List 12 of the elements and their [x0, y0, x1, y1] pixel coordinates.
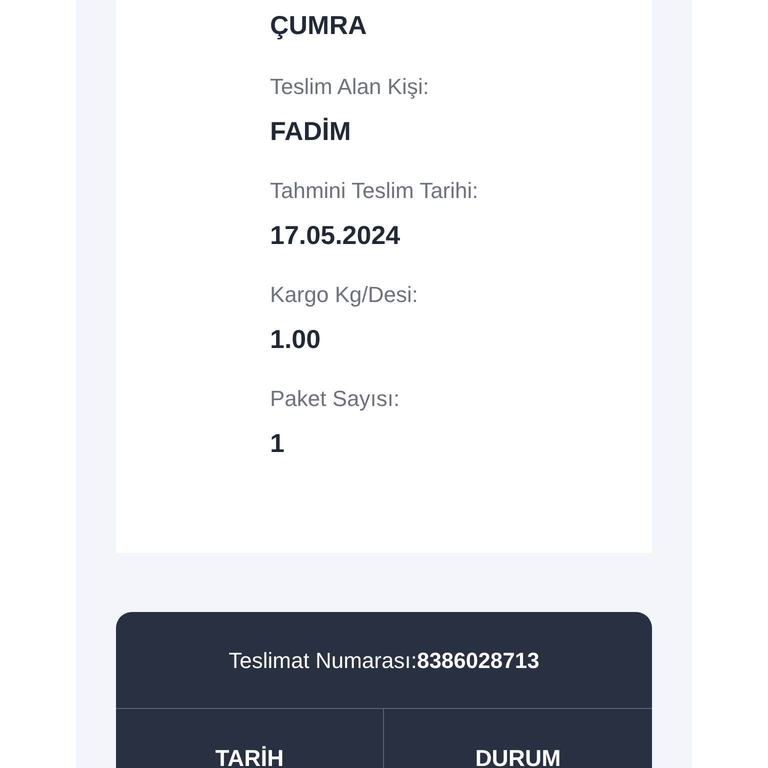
field-label: Teslim Alan Kişi: — [270, 73, 429, 101]
column-header: TARİH — [215, 744, 284, 768]
field-value: 17.05.2024 — [270, 219, 400, 252]
field-value: ÇUMRA — [270, 9, 367, 42]
field-label: Kargo Kg/Desi: — [270, 281, 418, 309]
field-value: FADİM — [270, 115, 351, 148]
delivery-number: Teslimat Numarası:8386028713 — [228, 646, 540, 674]
field-label: Paket Sayısı: — [270, 385, 400, 413]
column-header: DURUM — [475, 744, 561, 768]
field-value: 1 — [270, 427, 284, 460]
field-value: 1.00 — [270, 323, 321, 356]
field-label: Tahmini Teslim Tarihi: — [270, 177, 478, 205]
